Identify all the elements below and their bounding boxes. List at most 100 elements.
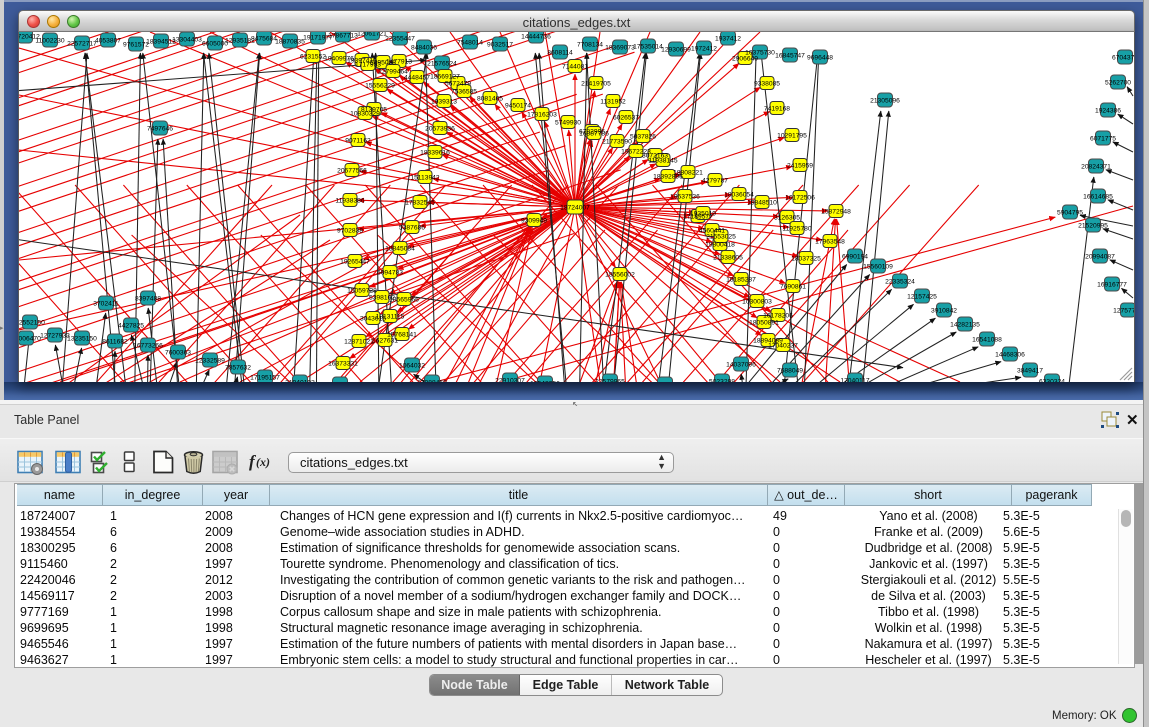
svg-text:5904795: 5904795 bbox=[1057, 210, 1083, 217]
svg-text:12727933: 12727933 bbox=[40, 333, 70, 340]
svg-text:16845747: 16845747 bbox=[775, 53, 805, 60]
svg-text:19800418: 19800418 bbox=[705, 242, 735, 249]
svg-text:7419168: 7419168 bbox=[764, 106, 790, 113]
svg-text:20994087: 20994087 bbox=[1085, 254, 1115, 261]
svg-text:8475684: 8475684 bbox=[251, 36, 277, 43]
svg-text:5672479: 5672479 bbox=[445, 81, 471, 88]
svg-text:16541088: 16541088 bbox=[972, 337, 1002, 344]
svg-text:7857632: 7857632 bbox=[225, 365, 251, 372]
svg-text:8081405: 8081405 bbox=[477, 96, 503, 103]
svg-text:6026537: 6026537 bbox=[613, 115, 639, 122]
svg-text:18339616: 18339616 bbox=[420, 150, 450, 157]
svg-text:16172506: 16172506 bbox=[785, 195, 815, 202]
svg-text:3126305: 3126305 bbox=[774, 215, 800, 222]
svg-text:12757725: 12757725 bbox=[1113, 308, 1134, 315]
svg-text:2415959: 2415959 bbox=[787, 163, 813, 170]
svg-text:6094783: 6094783 bbox=[377, 270, 403, 277]
svg-text:17816203: 17816203 bbox=[527, 112, 557, 119]
svg-text:18185287: 18185287 bbox=[726, 277, 756, 284]
svg-text:10830329: 10830329 bbox=[350, 111, 380, 118]
svg-text:22572717: 22572717 bbox=[67, 41, 97, 48]
svg-text:19265447: 19265447 bbox=[340, 259, 370, 266]
svg-text:14037096: 14037096 bbox=[726, 362, 756, 369]
svg-text:14282135: 14282135 bbox=[950, 322, 980, 329]
svg-text:4053807: 4053807 bbox=[95, 38, 121, 45]
svg-text:19848510: 19848510 bbox=[747, 200, 777, 207]
svg-text:20573936: 20573936 bbox=[425, 126, 455, 133]
svg-text:(x): (x) bbox=[256, 455, 270, 469]
svg-text:8611682: 8611682 bbox=[102, 339, 128, 346]
svg-text:18556002: 18556002 bbox=[605, 272, 635, 279]
svg-text:22579965: 22579965 bbox=[595, 379, 625, 383]
svg-text:21419705: 21419705 bbox=[581, 81, 611, 88]
svg-text:12332589: 12332589 bbox=[195, 358, 225, 365]
svg-text:17867713: 17867713 bbox=[328, 33, 358, 40]
svg-text:18565966: 18565966 bbox=[389, 297, 419, 304]
svg-text:1627631: 1627631 bbox=[372, 338, 398, 345]
svg-text:21576524: 21576524 bbox=[427, 61, 457, 68]
svg-text:18369073: 18369073 bbox=[605, 45, 635, 52]
svg-text:14468306: 14468306 bbox=[995, 352, 1025, 359]
svg-text:21305096: 21305096 bbox=[870, 98, 900, 105]
svg-text:11938386: 11938386 bbox=[335, 198, 365, 205]
svg-text:7708134: 7708134 bbox=[577, 42, 603, 49]
svg-text:5749930: 5749930 bbox=[555, 120, 581, 127]
svg-text:4448457: 4448457 bbox=[404, 75, 430, 82]
svg-text:21520995: 21520995 bbox=[1078, 223, 1108, 230]
svg-text:17535014: 17535014 bbox=[633, 44, 663, 51]
svg-text:1717953: 1717953 bbox=[355, 62, 381, 69]
svg-text:1477913: 1477913 bbox=[386, 59, 412, 66]
svg-text:16773266: 16773266 bbox=[133, 343, 163, 350]
svg-text:18037325: 18037325 bbox=[791, 256, 821, 263]
svg-text:18036054: 18036054 bbox=[724, 192, 754, 199]
svg-text:16916777: 16916777 bbox=[1097, 282, 1127, 289]
svg-text:20824371: 20824371 bbox=[1081, 164, 1111, 171]
svg-text:16178206: 16178206 bbox=[763, 313, 793, 320]
svg-text:3844693: 3844693 bbox=[652, 382, 678, 383]
svg-text:12871021: 12871021 bbox=[344, 339, 374, 346]
svg-text:5023298: 5023298 bbox=[709, 379, 735, 383]
svg-text:8608114: 8608114 bbox=[547, 50, 573, 57]
svg-text:11002230: 11002230 bbox=[35, 38, 65, 45]
svg-text:3702411: 3702411 bbox=[93, 301, 119, 308]
svg-text:7690861: 7690861 bbox=[780, 284, 806, 291]
svg-text:21476999: 21476999 bbox=[325, 382, 355, 383]
svg-text:1924386: 1924386 bbox=[1095, 108, 1121, 115]
svg-text:11938145: 11938145 bbox=[648, 158, 678, 165]
svg-text:18050891: 18050891 bbox=[749, 320, 779, 327]
svg-text:1131952: 1131952 bbox=[600, 99, 626, 106]
svg-text:13304403: 13304403 bbox=[172, 37, 202, 44]
svg-text:12157425: 12157425 bbox=[907, 294, 937, 301]
svg-text:6231552: 6231552 bbox=[300, 54, 326, 61]
svg-text:1972412: 1972412 bbox=[691, 46, 717, 53]
svg-text:10291795: 10291795 bbox=[777, 133, 807, 140]
svg-text:7600363: 7600363 bbox=[165, 350, 191, 357]
svg-text:12930699: 12930699 bbox=[661, 47, 691, 54]
svg-text:9071162: 9071162 bbox=[345, 138, 371, 145]
svg-text:6071775: 6071775 bbox=[1090, 136, 1116, 143]
svg-text:12552150: 12552150 bbox=[19, 320, 45, 327]
svg-text:17195157: 17195157 bbox=[250, 375, 280, 382]
svg-text:5037826: 5037826 bbox=[630, 134, 656, 141]
svg-text:18808221: 18808221 bbox=[673, 170, 703, 177]
svg-text:18669127: 18669127 bbox=[430, 74, 460, 81]
svg-text:22355447: 22355447 bbox=[385, 36, 415, 43]
svg-text:4279787: 4279787 bbox=[702, 178, 728, 185]
svg-text:17963548: 17963548 bbox=[815, 239, 845, 246]
svg-text:16006470: 16006470 bbox=[19, 336, 41, 343]
svg-text:10300803: 10300803 bbox=[742, 299, 772, 306]
svg-text:1937412: 1937412 bbox=[715, 36, 741, 43]
svg-text:18845084: 18845084 bbox=[385, 246, 415, 253]
svg-text:17832545: 17832545 bbox=[405, 200, 435, 207]
svg-text:17040237: 17040237 bbox=[768, 343, 798, 350]
svg-text:6330324: 6330324 bbox=[1039, 379, 1065, 383]
svg-text:22910307: 22910307 bbox=[495, 378, 525, 383]
svg-text:8484036: 8484036 bbox=[411, 45, 437, 52]
svg-text:13235150: 13235150 bbox=[67, 336, 97, 343]
svg-text:18724007: 18724007 bbox=[560, 205, 590, 212]
svg-text:16614685: 16614685 bbox=[1083, 194, 1113, 201]
svg-text:15872948: 15872948 bbox=[821, 209, 851, 216]
svg-text:14444736: 14444736 bbox=[521, 34, 551, 41]
svg-text:16373331: 16373331 bbox=[328, 361, 358, 368]
svg-text:7144081: 7144081 bbox=[562, 64, 588, 71]
